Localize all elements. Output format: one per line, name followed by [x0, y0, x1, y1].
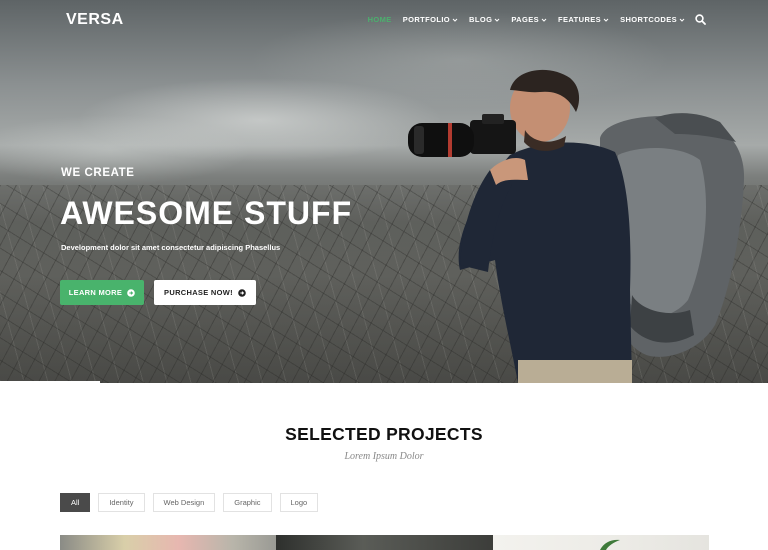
filter-all[interactable]: All [60, 493, 91, 512]
project-thumbnail[interactable] [60, 535, 277, 550]
nav-item-label: FEATURES [558, 15, 602, 24]
plant-image [599, 539, 620, 550]
nav-item-portfolio[interactable]: PORTFOLIO [403, 15, 458, 24]
arrow-right-circle-icon [238, 288, 246, 297]
nav-item-home[interactable]: HOME [368, 15, 392, 24]
filter-graphic[interactable]: Graphic [223, 493, 272, 512]
hero-subtitle: Development dolor sit amet consectetur a… [61, 243, 281, 252]
chevron-down-icon [494, 18, 500, 22]
chevron-down-icon [603, 18, 609, 22]
section-subtitle: Lorem Ipsum Dolor [344, 451, 424, 462]
top-navbar: VERSA HOME PORTFOLIO BLOG PAGES FEATURES [0, 0, 768, 40]
hero-photographer-image [408, 69, 745, 383]
slider-progress-bar [0, 381, 100, 383]
nav-item-label: PORTFOLIO [402, 15, 451, 24]
nav-item-label: SHORTCODES [620, 15, 677, 24]
search-icon[interactable] [695, 14, 706, 25]
hero-kicker: WE CREATE [61, 167, 135, 179]
arrow-right-circle-icon [127, 288, 136, 297]
nav-item-label: BLOG [469, 15, 493, 24]
main-nav: HOME PORTFOLIO BLOG PAGES FEATURES SHORT… [357, 14, 706, 25]
learn-more-label: LEARN MORE [68, 288, 123, 297]
purchase-now-label: PURCHASE NOW! [164, 288, 233, 297]
hero-slider: VERSA HOME PORTFOLIO BLOG PAGES FEATURES [0, 0, 768, 383]
filter-web-design[interactable]: Web Design [152, 493, 216, 512]
site-logo[interactable]: VERSA [66, 11, 124, 29]
portfolio-filters: All Identity Web Design Graphic Logo [60, 493, 326, 512]
section-title: SELECTED PROJECTS [285, 424, 483, 444]
chevron-down-icon [541, 18, 547, 22]
chevron-down-icon [679, 18, 685, 22]
nav-item-features[interactable]: FEATURES [558, 15, 609, 24]
filter-logo[interactable]: Logo [279, 493, 319, 512]
project-thumbnail[interactable] [492, 535, 709, 550]
nav-item-label: PAGES [511, 15, 540, 24]
nav-item-blog[interactable]: BLOG [469, 15, 500, 24]
learn-more-button[interactable]: LEARN MORE [60, 280, 144, 305]
chevron-down-icon [452, 18, 458, 22]
filter-identity[interactable]: Identity [98, 493, 145, 512]
nav-item-pages[interactable]: PAGES [511, 15, 547, 24]
hero-title: AWESOME STUFF [60, 195, 353, 231]
project-grid [60, 535, 709, 550]
purchase-now-button[interactable]: PURCHASE NOW! [154, 280, 256, 305]
project-thumbnail[interactable] [276, 535, 493, 550]
nav-item-shortcodes[interactable]: SHORTCODES [620, 15, 685, 24]
nav-item-label: HOME [367, 15, 392, 24]
